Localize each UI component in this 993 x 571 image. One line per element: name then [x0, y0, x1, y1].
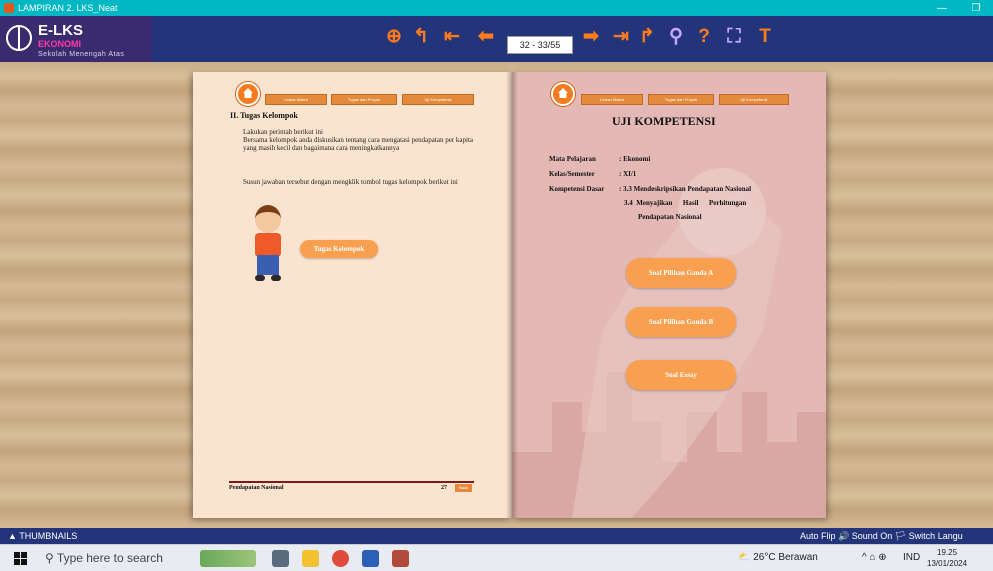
- help-icon[interactable]: ?: [693, 26, 715, 48]
- kd-value-3: Pendapatan Nasional: [638, 213, 702, 221]
- soal-pilihan-ganda-a-button[interactable]: Soal Pilihan Ganda A: [626, 258, 736, 288]
- restore-button[interactable]: ❐: [959, 3, 993, 14]
- tab-uraian-materi[interactable]: Uraian Materi: [581, 94, 643, 105]
- home-icon[interactable]: [551, 82, 575, 106]
- right-page: [512, 72, 826, 518]
- section-heading: II. Tugas Kelompok: [230, 111, 298, 120]
- windows-taskbar: ⚲ Type here to search ⛅ 26°C Berawan ^ ⌂…: [0, 544, 993, 571]
- windows-start-icon[interactable]: [14, 552, 27, 565]
- kelas-value: : XI/1: [619, 170, 637, 178]
- soal-pilihan-ganda-b-button[interactable]: Soal Pilihan Ganda B: [626, 307, 736, 337]
- page-title: UJI KOMPETENSI: [612, 114, 716, 128]
- viewer-toolbar: E-LKS EKONOMI Sekolah Menengah Atas ⊕ ↰ …: [0, 16, 993, 62]
- mapel-label: Mata Pelajaran: [549, 155, 596, 163]
- prev-page-icon[interactable]: ⬅: [475, 26, 497, 48]
- tab-uji-kompetensi[interactable]: Uji Kompetensi: [719, 94, 789, 105]
- language-indicator[interactable]: IND: [903, 552, 920, 563]
- task-view-icon[interactable]: [272, 550, 289, 567]
- clock[interactable]: 19.25 13/01/2024: [927, 547, 967, 569]
- fullscreen-icon[interactable]: ⛶: [723, 26, 745, 48]
- logo-icon: [6, 25, 32, 51]
- taskbar-search[interactable]: ⚲ Type here to search: [45, 551, 163, 565]
- kd-value-2: 3.4 Menyajikan Hasil Perhitungan: [624, 199, 747, 207]
- page-number: 27: [441, 485, 447, 491]
- thumbnails-toggle[interactable]: ▲ THUMBNAILS: [8, 531, 77, 541]
- word-icon[interactable]: [362, 550, 379, 567]
- redo-icon[interactable]: ↱: [636, 26, 658, 48]
- text-icon[interactable]: T: [754, 26, 776, 48]
- student-illustration: [247, 205, 289, 287]
- kelas-label: Kelas/Semester: [549, 170, 595, 178]
- tab-tugas-proyek[interactable]: Tugas dan Proyek: [648, 94, 714, 105]
- window-title-bar: LAMPIRAN 2. LKS_Neat — ❐: [0, 0, 993, 16]
- soal-essay-button[interactable]: Soal Essay: [626, 360, 736, 390]
- answer-instruction: Susun jawaban tersebut dengan mengklik t…: [243, 178, 458, 186]
- logo-title: E-LKS: [38, 22, 83, 39]
- search-icon[interactable]: ⚲: [665, 26, 687, 48]
- tab-uji-kompetensi[interactable]: Uji Kompetensi: [402, 94, 474, 105]
- thumbnails-bar: ▲ THUMBNAILS Auto Flip 🔊 Sound On 🏳 Swit…: [0, 528, 993, 544]
- minimize-button[interactable]: —: [925, 3, 959, 14]
- undo-icon[interactable]: ↰: [410, 26, 432, 48]
- city-background-illustration: [512, 168, 826, 518]
- weather-widget[interactable]: ⛅ 26°C Berawan: [738, 552, 818, 563]
- app-icon: [4, 3, 14, 13]
- chrome-icon[interactable]: [332, 550, 349, 567]
- logo-subtitle: EKONOMI: [38, 39, 82, 49]
- instruction-text: Lakukan perintah berikut ini: [243, 128, 323, 136]
- file-explorer-icon[interactable]: [302, 550, 319, 567]
- clock-date: 13/01/2024: [927, 559, 968, 568]
- home-icon[interactable]: [236, 82, 260, 106]
- clock-time: 19.25: [937, 548, 958, 557]
- next-page-icon[interactable]: ➡: [580, 26, 602, 48]
- mapel-value: : Ekonomi: [619, 155, 651, 163]
- kd-label: Kompetensi Dasar: [549, 185, 605, 193]
- footer-title: Pendapatan Nasional: [229, 485, 284, 491]
- footer-divider: [229, 481, 474, 483]
- tugas-kelompok-button[interactable]: Tugas Kelompok: [300, 240, 378, 258]
- search-highlight-image[interactable]: [200, 550, 256, 567]
- tab-tugas-proyek[interactable]: Tugas dan Proyek: [331, 94, 397, 105]
- task-description: Bersama kelompok anda diskusikan tentang…: [243, 136, 473, 152]
- page-indicator-input[interactable]: 32 - 33/55: [507, 36, 573, 54]
- tab-uraian-materi[interactable]: Uraian Materi: [265, 94, 327, 105]
- back-button[interactable]: Back: [455, 484, 472, 492]
- book-spine: [506, 72, 518, 518]
- zoom-in-icon[interactable]: ⊕: [383, 26, 405, 48]
- tray-icons[interactable]: ^ ⌂ ⊕: [862, 552, 887, 563]
- logo-tagline: Sekolah Menengah Atas: [38, 51, 125, 58]
- first-page-icon[interactable]: ⇤: [441, 26, 463, 48]
- kd-value-1: : 3.3 Mendeskripsikan Pendapatan Nasiona…: [619, 185, 752, 193]
- player-options[interactable]: Auto Flip 🔊 Sound On 🏳 Switch Langu: [800, 531, 963, 542]
- logo: E-LKS EKONOMI Sekolah Menengah Atas: [0, 16, 152, 62]
- window-title: LAMPIRAN 2. LKS_Neat: [18, 3, 118, 13]
- last-page-icon[interactable]: ⇥: [610, 26, 632, 48]
- flipbook-app-icon[interactable]: [392, 550, 409, 567]
